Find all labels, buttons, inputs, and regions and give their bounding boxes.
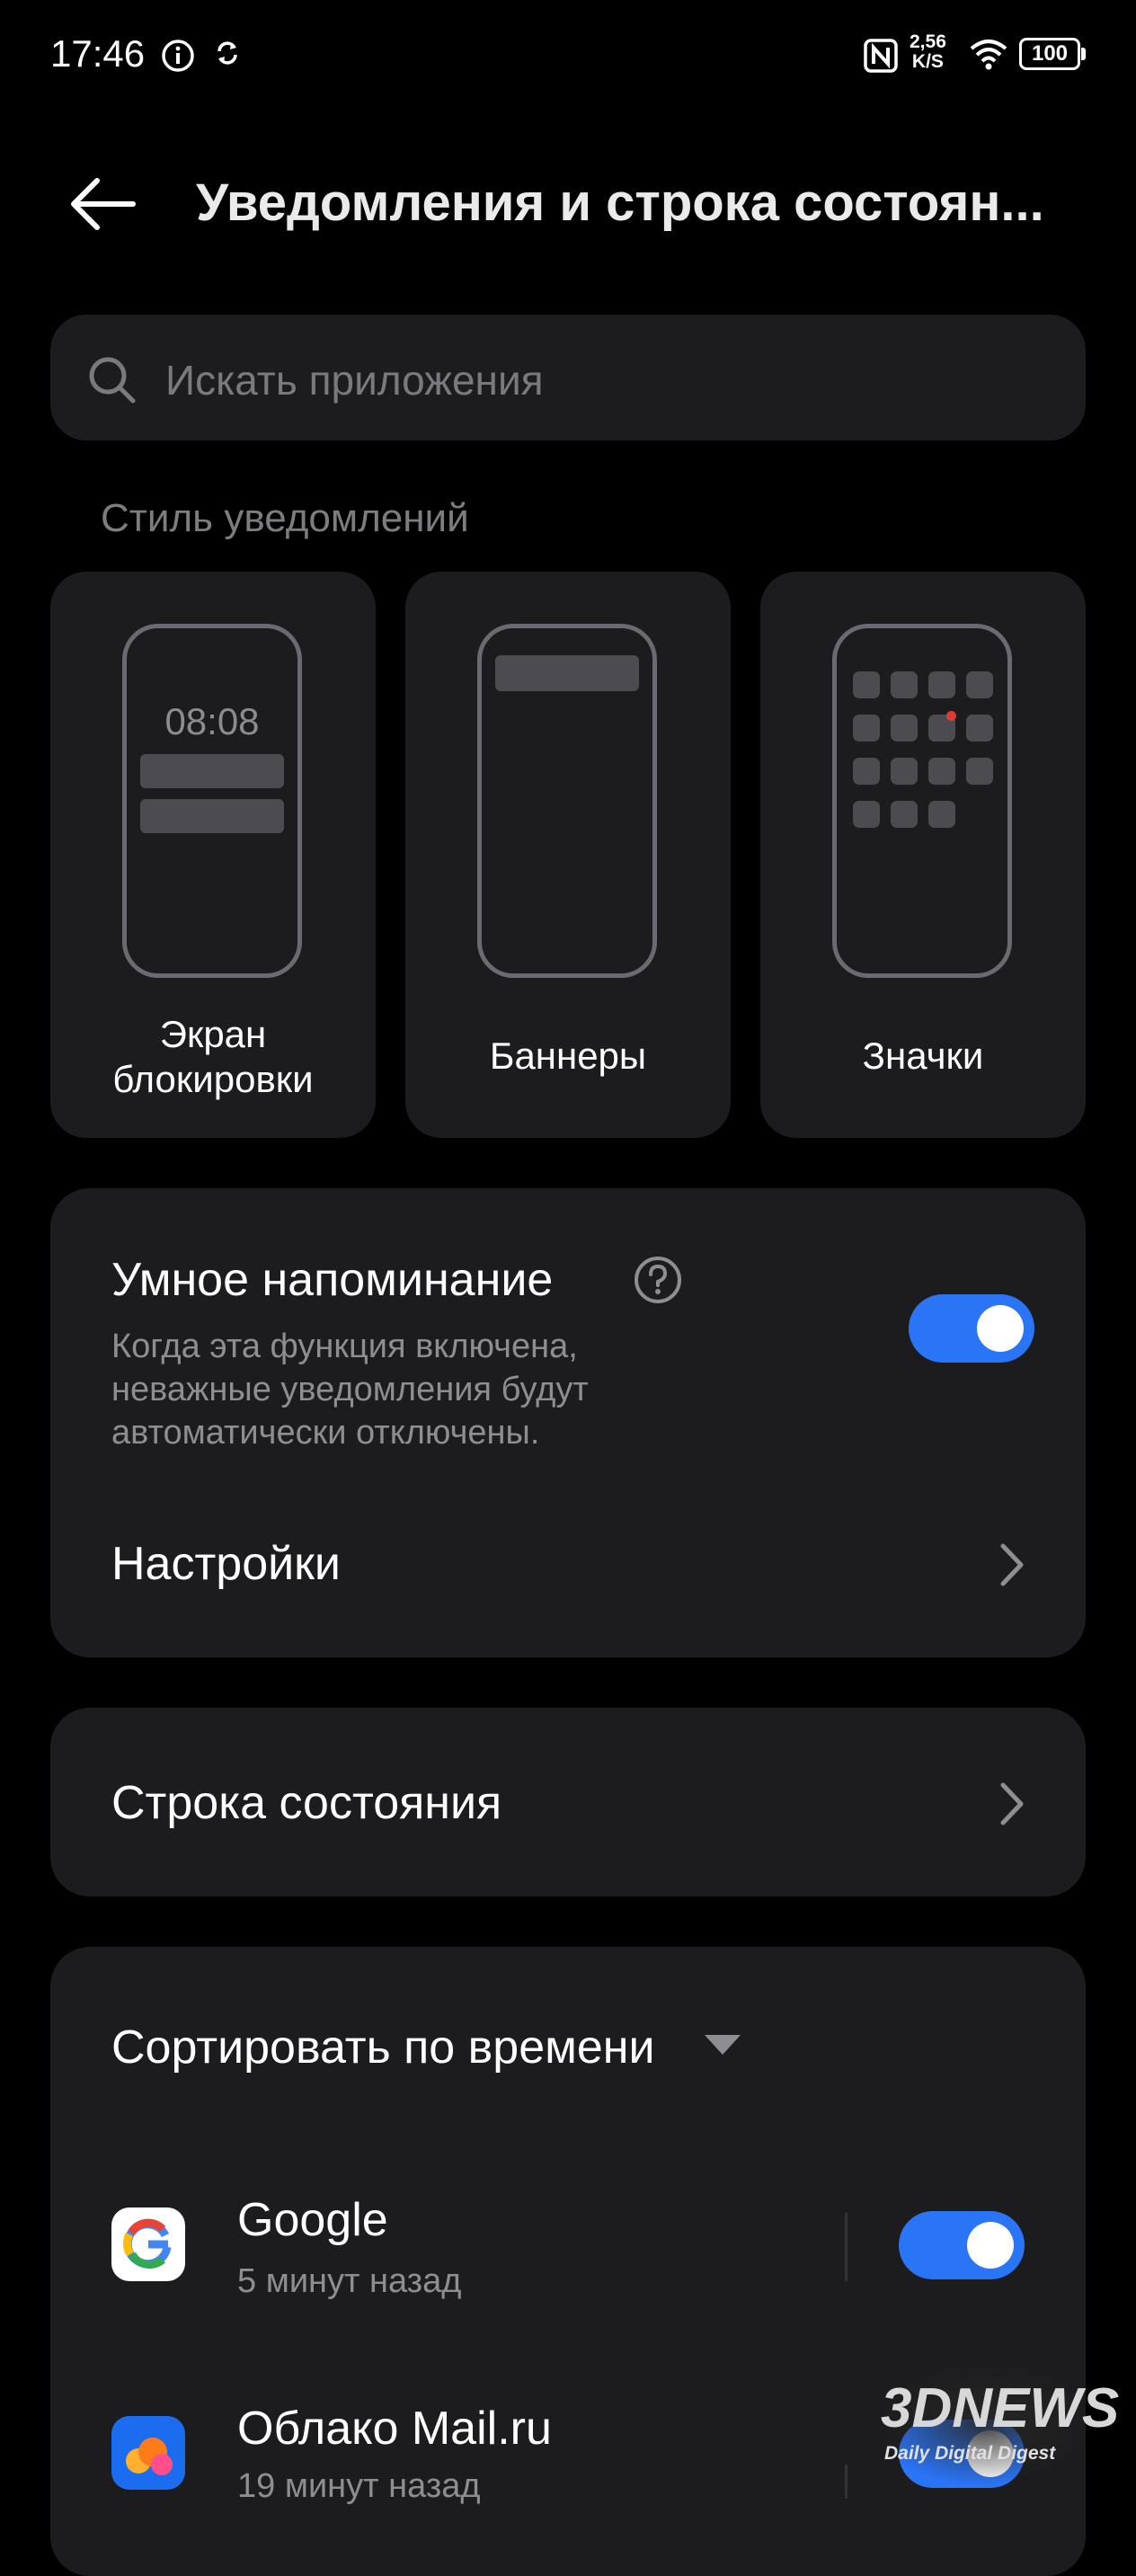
toggle-knob [977, 1305, 1024, 1352]
preview-clock: 08:08 [164, 700, 260, 742]
watermark-tagline: Daily Digital Digest [884, 2443, 1056, 2464]
sort-dropdown[interactable]: Сортировать по времени [111, 2021, 655, 2074]
preview-app-tile [891, 671, 918, 698]
style-card-banners[interactable]: Баннеры [405, 572, 731, 1138]
dropdown-arrow-icon[interactable] [703, 2033, 742, 2056]
info-icon [162, 40, 194, 72]
lock-screen-label-line2: блокировки [112, 1058, 314, 1100]
sync-icon [217, 41, 237, 65]
settings-row[interactable]: Настройки [111, 1537, 341, 1591]
toggle-knob [967, 2222, 1014, 2269]
chevron-right-icon [1000, 1543, 1024, 1586]
preview-app-tile [853, 671, 880, 698]
badges-label: Значки [862, 1035, 984, 1077]
cloud-icon [126, 2438, 173, 2475]
google-notifications-toggle[interactable] [899, 2211, 1025, 2279]
preview-app-tile [891, 801, 918, 828]
app-name: Облако Mail.ru [237, 2403, 552, 2455]
app-time: 19 минут назад [237, 2467, 481, 2505]
preview-app-tile [966, 758, 993, 785]
watermark-logo: 3DNEWS Daily Digital Digest [872, 2360, 1119, 2486]
preview-app-tile [928, 671, 955, 698]
preview-app-tile [891, 758, 918, 785]
preview-notification [140, 754, 284, 788]
banners-label: Баннеры [489, 1035, 647, 1077]
smart-reminder-title: Умное напоминание [111, 1254, 554, 1306]
notification-badge-dot [946, 711, 956, 721]
lock-screen-label-line1: Экран [159, 1013, 267, 1055]
status-time: 17:46 [50, 32, 146, 75]
preview-app-tile [928, 801, 955, 828]
preview-banner [495, 655, 639, 691]
preview-app-tile [891, 715, 918, 742]
notification-style-label: Стиль уведомлений [101, 496, 469, 540]
smart-reminder-description-line2: неважные уведомления будут [111, 1371, 589, 1408]
banners-preview [477, 624, 657, 978]
network-speed-value: 2,56 [910, 31, 946, 52]
watermark-brand: 3DNEWS [881, 2377, 1120, 2439]
google-app-icon [111, 2207, 185, 2281]
preview-notification [140, 799, 284, 833]
style-card-lock-screen[interactable]: 08:08 Экран блокировки [50, 572, 376, 1138]
app-time: 5 минут назад [237, 2262, 462, 2300]
preview-app-tile [928, 758, 955, 785]
style-card-badges[interactable]: Значки [760, 572, 1086, 1138]
battery-indicator: 100 [1019, 38, 1080, 70]
row-divider [845, 2465, 848, 2499]
badges-preview [832, 624, 1012, 978]
status-bar-row[interactable]: Строка состояния [111, 1776, 501, 1830]
lock-screen-label: Экран блокировки [50, 1012, 376, 1102]
preview-app-tile [966, 671, 993, 698]
battery-tip [1081, 48, 1086, 60]
smart-reminder-toggle[interactable] [909, 1294, 1034, 1363]
smart-reminder-description-line3: автоматически отключены. [111, 1414, 540, 1452]
search-input[interactable] [164, 354, 1030, 406]
back-button[interactable] [65, 173, 146, 235]
nfc-icon [864, 39, 898, 73]
app-name: Google [237, 2194, 388, 2246]
smart-reminder-description-line1: Когда эта функция включена, [111, 1328, 578, 1365]
help-icon[interactable] [633, 1255, 683, 1305]
lock-screen-preview: 08:08 [122, 624, 302, 978]
preview-app-tile [966, 715, 993, 742]
preview-app-tile [853, 801, 880, 828]
search-icon [89, 357, 136, 404]
page-title: Уведомления и строка состоян... [196, 173, 1044, 232]
network-speed: 2,56 K/S [910, 32, 946, 72]
google-logo-icon [123, 2218, 172, 2270]
row-divider [845, 2213, 848, 2281]
preview-app-tile [853, 758, 880, 785]
network-speed-unit: K/S [911, 51, 944, 72]
smart-reminder-description: Когда эта функция включена, неважные уве… [111, 1325, 589, 1454]
wifi-icon [970, 40, 1007, 70]
cloud-mail-app-icon [111, 2416, 185, 2490]
preview-app-tile [853, 715, 880, 742]
chevron-right-icon [1000, 1782, 1024, 1825]
